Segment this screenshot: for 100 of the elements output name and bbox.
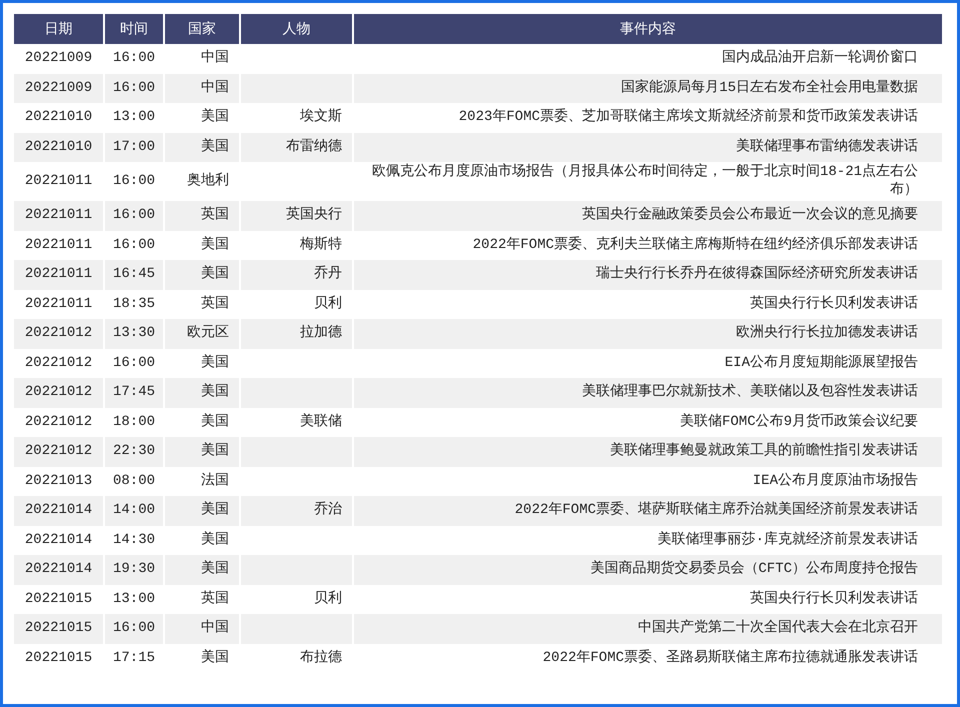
table-cell: 瑞士央行行长乔丹在彼得森国际经济研究所发表讲话 <box>596 266 918 282</box>
table-cell: 美国 <box>201 266 229 282</box>
table-cell: 18:00 <box>112 414 155 430</box>
table-cell: IEA公布月度原油市场报告 <box>752 472 918 488</box>
table-cell: 乔治 <box>314 502 342 518</box>
table-cell: 14:30 <box>112 532 155 548</box>
table-cell: 20221015 <box>24 590 92 606</box>
table-cell: 20221015 <box>24 620 92 636</box>
table-cell: 2022年FOMC票委、堪萨斯联储主席乔治就美国经济前景发表讲话 <box>514 502 918 518</box>
table-cell: 13:00 <box>112 590 155 606</box>
column-header: 国家 <box>165 14 239 44</box>
table-cell: 英国央行行长贝利发表讲话 <box>750 296 918 312</box>
table-cell: 美国商品期货交易委员会（CFTC）公布周度持仓报告 <box>590 561 918 577</box>
table-cell: 20221014 <box>24 561 92 577</box>
table-cell: 20221014 <box>24 502 92 518</box>
table-cell: 美国 <box>201 502 229 518</box>
table-cell: 14:00 <box>112 502 155 518</box>
table-cell: 20221011 <box>24 266 92 282</box>
table-cell: 英国 <box>201 296 229 312</box>
table-cell: 20221010 <box>24 138 92 154</box>
table-cell: 20221012 <box>24 414 92 430</box>
table-cell: 美国 <box>201 650 229 666</box>
table-cell: 中国共产党第二十次全国代表大会在北京召开 <box>638 620 918 636</box>
table-cell: 布雷纳德 <box>286 138 342 154</box>
table-cell: 20221011 <box>24 296 92 312</box>
column-header: 时间 <box>105 14 163 44</box>
table-cell: 16:00 <box>112 354 155 370</box>
table-cell: 英国央行 <box>286 207 342 223</box>
table-cell: 17:45 <box>112 384 155 400</box>
table-cell: 贝利 <box>314 590 342 606</box>
table-cell: 20221013 <box>24 472 92 488</box>
table-cell: 法国 <box>201 472 229 488</box>
table-cell: 20221012 <box>24 325 92 341</box>
table-cell: 欧元区 <box>187 325 229 341</box>
table-cell: 17:15 <box>112 650 155 666</box>
table-cell: 20221015 <box>24 650 92 666</box>
table-cell: 美国 <box>201 443 229 459</box>
table-cell: 19:30 <box>112 561 155 577</box>
table-cell: 13:00 <box>112 109 155 125</box>
table-cell: 中国 <box>201 620 229 636</box>
table-cell: 拉加德 <box>300 325 342 341</box>
table-cell: 国家能源局每月15日左右发布全社会用电量数据 <box>621 80 918 96</box>
table-cell: 英国 <box>201 207 229 223</box>
table-cell: 20221011 <box>24 172 92 189</box>
table-cell: 美联储理事鲍曼就政策工具的前瞻性指引发表讲话 <box>610 443 918 459</box>
table-cell: 埃文斯 <box>300 109 342 125</box>
table-cell: 中国 <box>201 80 229 96</box>
table-cell: 20221014 <box>24 532 92 548</box>
table-cell: 16:00 <box>112 80 155 96</box>
table-cell: 20221009 <box>24 50 92 66</box>
table-cell: 2022年FOMC票委、圣路易斯联储主席布拉德就通胀发表讲话 <box>542 650 918 666</box>
table-cell: 英国 <box>201 590 229 606</box>
table-cell: 2023年FOMC票委、芝加哥联储主席埃文斯就经济前景和货币政策发表讲话 <box>458 109 918 125</box>
table-cell: 中国 <box>201 50 229 66</box>
table-cell: 18:35 <box>112 296 155 312</box>
table-cell: 16:00 <box>112 236 155 252</box>
table-cell: 美联储理事布雷纳德发表讲话 <box>736 138 918 154</box>
table-cell: 08:00 <box>112 472 155 488</box>
table-cell: 欧佩克公布月度原油市场报告（月报具体公布时间待定，一般于北京时间18-21点左右公布） <box>372 164 918 198</box>
table-cell: 20221011 <box>24 236 92 252</box>
table-cell: 美国 <box>201 384 229 400</box>
table-cell: 2022年FOMC票委、克利夫兰联储主席梅斯特在纽约经济俱乐部发表讲话 <box>472 236 918 252</box>
table-cell: 20221012 <box>24 354 92 370</box>
table-cell: 16:00 <box>112 207 155 223</box>
table-cell: 英国央行行长贝利发表讲话 <box>750 590 918 606</box>
table-cell: 美国 <box>201 532 229 548</box>
table-cell: 13:30 <box>112 325 155 341</box>
table-cell: 国内成品油开启新一轮调价窗口 <box>722 50 918 66</box>
table-cell: 20221010 <box>24 109 92 125</box>
table-cell: 布拉德 <box>300 650 342 666</box>
table-cell: 20221012 <box>24 384 92 400</box>
table-cell: 美国 <box>201 138 229 154</box>
table-cell: 美联储理事巴尔就新技术、美联储以及包容性发表讲话 <box>582 384 918 400</box>
table-cell: 美联储 <box>300 414 342 430</box>
table-cell: 美国 <box>201 561 229 577</box>
table-cell: 20221011 <box>24 207 92 223</box>
table-cell: 美国 <box>201 236 229 252</box>
table-cell: 美国 <box>201 109 229 125</box>
table-cell: 美联储理事丽莎·库克就经济前景发表讲话 <box>658 532 918 548</box>
table-cell: 欧洲央行行长拉加德发表讲话 <box>736 325 918 341</box>
table-cell: 美国 <box>201 414 229 430</box>
table-cell: 美国 <box>201 354 229 370</box>
table-cell: 17:00 <box>112 138 155 154</box>
table-cell: 16:45 <box>112 266 155 282</box>
table-cell: 英国央行金融政策委员会公布最近一次会议的意见摘要 <box>582 207 918 223</box>
table-cell: EIA公布月度短期能源展望报告 <box>724 354 918 370</box>
table-cell: 贝利 <box>314 296 342 312</box>
table-cell: 乔丹 <box>314 266 342 282</box>
column-header: 人物 <box>241 14 352 44</box>
column-header: 日期 <box>14 14 103 44</box>
table-cell: 梅斯特 <box>300 236 342 252</box>
table-cell: 16:00 <box>112 50 155 66</box>
table-cell: 20221012 <box>24 443 92 459</box>
table-cell: 16:00 <box>112 172 155 189</box>
column-header: 事件内容 <box>354 14 942 44</box>
table-cell: 20221009 <box>24 80 92 96</box>
table-cell: 美联储FOMC公布9月货币政策会议纪要 <box>680 414 918 430</box>
table-cell: 奥地利 <box>187 172 229 189</box>
table-cell: 22:30 <box>112 443 155 459</box>
table-cell: 16:00 <box>112 620 155 636</box>
